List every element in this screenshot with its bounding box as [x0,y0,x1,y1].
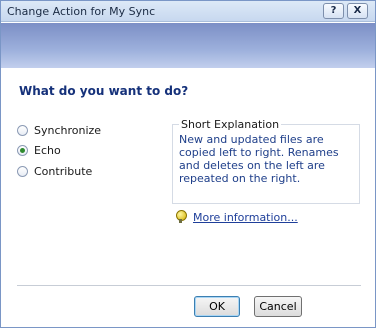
option-contribute[interactable]: Contribute [17,165,92,178]
radio-contribute[interactable] [17,166,28,177]
option-label: Contribute [34,165,93,178]
option-synchronize[interactable]: Synchronize [17,124,101,137]
footer-divider [17,285,361,286]
option-label: Synchronize [34,124,102,137]
title-bar[interactable]: Change Action for My Sync ? X [1,1,375,22]
more-information-link[interactable]: More information... [193,211,298,224]
explanation-box: Short Explanation New and updated files … [172,118,360,204]
cancel-button[interactable]: Cancel [254,296,302,317]
lightbulb-icon [176,210,187,224]
window-title: Change Action for My Sync [7,5,156,18]
radio-echo[interactable] [17,145,28,156]
option-echo[interactable]: Echo [17,144,61,157]
more-info-row: More information... [176,210,298,224]
page-title: What do you want to do? [19,84,189,98]
header-banner [1,23,375,68]
explanation-title: Short Explanation [179,118,282,131]
dialog-window: Change Action for My Sync ? X What do yo… [0,0,376,328]
radio-synchronize[interactable] [17,125,28,136]
option-label: Echo [34,144,61,157]
close-button[interactable]: X [347,3,368,19]
ok-button[interactable]: OK [194,296,240,317]
explanation-text: New and updated files are copied left to… [179,133,339,185]
help-button[interactable]: ? [323,3,344,19]
